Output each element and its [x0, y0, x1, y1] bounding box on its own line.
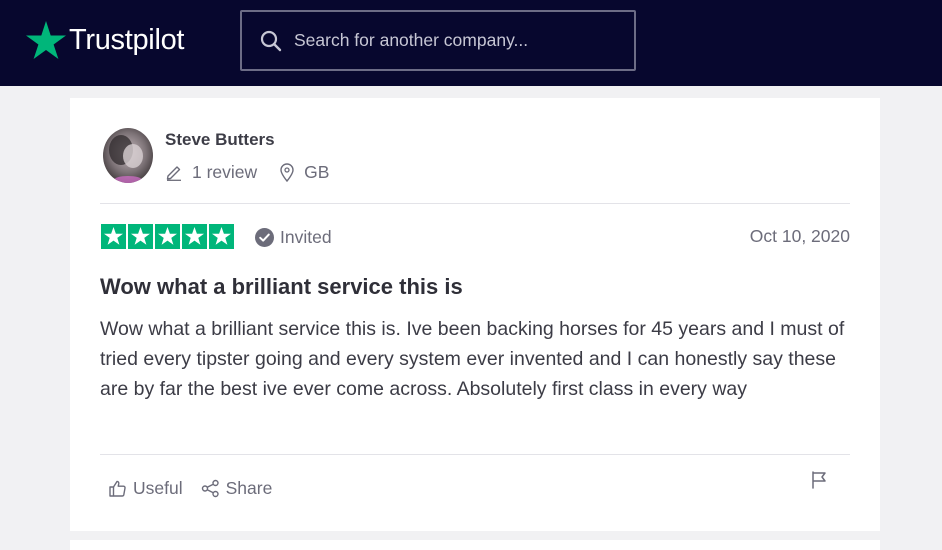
star-icon — [155, 224, 180, 249]
useful-button[interactable]: Useful — [108, 478, 183, 499]
star-icon — [128, 224, 153, 249]
pencil-icon — [165, 163, 183, 181]
review-text: Wow what a brilliant service this is. Iv… — [100, 318, 845, 400]
reviewer-name[interactable]: Steve Butters — [165, 130, 275, 150]
divider — [100, 454, 850, 455]
check-circle-icon — [255, 227, 274, 247]
reviewer-country: GB — [304, 161, 330, 182]
invited-badge[interactable]: Invited — [255, 225, 332, 249]
divider — [100, 203, 850, 204]
company-search-box[interactable]: Search for another company... — [240, 10, 636, 71]
flag-icon[interactable] — [811, 471, 827, 489]
star-icon — [209, 224, 234, 249]
review-count: 1 review — [192, 161, 258, 182]
brand-name: Trustpilot — [69, 23, 185, 56]
star-logo-icon — [26, 21, 66, 59]
star-rating — [101, 224, 234, 249]
review-actions: Useful Share — [108, 476, 272, 500]
search-input[interactable]: Search for another company... — [294, 30, 528, 51]
review-card: Steve Butters 1 review GB Invited Oct 10… — [70, 98, 880, 531]
reviewer-meta: 1 review GB — [165, 160, 329, 184]
next-review-card — [70, 540, 880, 550]
thumbs-up-icon — [108, 479, 127, 498]
star-icon — [101, 224, 126, 249]
review-title[interactable]: Wow what a brilliant service this is — [100, 274, 463, 300]
top-navigation-bar: Trustpilot Search for another company... — [0, 0, 942, 86]
review-date: Oct 10, 2020 — [749, 226, 850, 246]
share-label: Share — [225, 477, 273, 498]
search-icon — [260, 30, 282, 52]
avatar[interactable] — [103, 128, 153, 183]
star-icon — [182, 224, 207, 249]
invited-label: Invited — [280, 226, 332, 247]
trustpilot-logo[interactable]: Trustpilot — [26, 19, 184, 61]
location-pin-icon — [279, 162, 295, 182]
useful-label: Useful — [133, 477, 183, 498]
share-icon — [201, 479, 220, 498]
share-button[interactable]: Share — [201, 477, 273, 499]
